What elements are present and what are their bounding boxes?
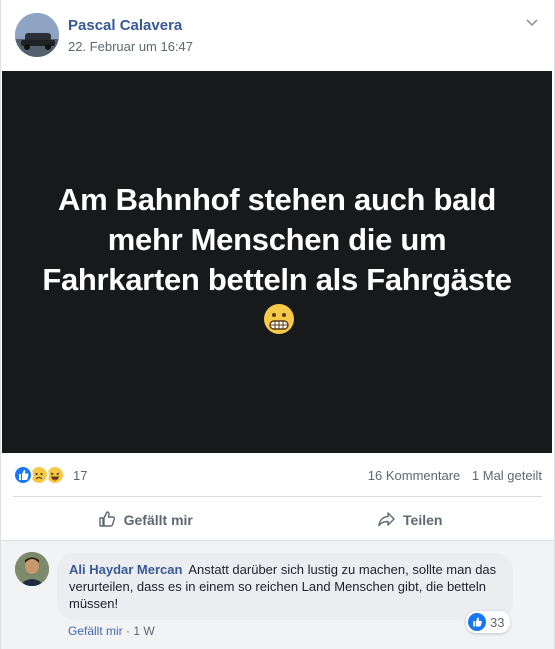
grimacing-face-icon bbox=[263, 303, 295, 345]
reaction-icons[interactable] bbox=[13, 465, 65, 485]
comment-author-name[interactable]: Ali Haydar Mercan bbox=[69, 562, 182, 577]
reaction-stats: 17 16 Kommentare 1 Mal geteilt bbox=[13, 462, 542, 490]
comments-section: Ali Haydar Mercan Anstatt darüber sich l… bbox=[1, 541, 554, 649]
share-arrow-icon bbox=[377, 509, 403, 532]
share-button-label: Teilen bbox=[403, 512, 443, 528]
post-image-caption: Am Bahnhof stehen auch bald mehr Mensche… bbox=[42, 181, 512, 297]
comment-bubble: Ali Haydar Mercan Anstatt darüber sich l… bbox=[57, 553, 513, 620]
share-count-link[interactable]: 1 Mal geteilt bbox=[472, 468, 542, 483]
post-card: Pascal Calavera 22. Februar um 16:47 Am … bbox=[0, 0, 555, 649]
like-reaction-icon bbox=[468, 613, 486, 631]
comment-like-link[interactable]: Gefällt mir bbox=[68, 624, 123, 638]
reaction-count[interactable]: 17 bbox=[73, 468, 87, 483]
engagement-counts: 16 Kommentare 1 Mal geteilt bbox=[360, 468, 542, 483]
comment-reactions[interactable]: 33 bbox=[466, 611, 511, 633]
comment-count-link[interactable]: 16 Kommentare bbox=[368, 468, 461, 483]
chevron-down-icon[interactable] bbox=[524, 14, 540, 30]
post-image[interactable]: Am Bahnhof stehen auch bald mehr Mensche… bbox=[2, 71, 552, 453]
author-avatar[interactable] bbox=[15, 13, 59, 57]
comment-reaction-count: 33 bbox=[490, 614, 505, 630]
post-timestamp[interactable]: 22. Februar um 16:47 bbox=[68, 39, 193, 54]
comment-meta: Gefällt mir · 1 W bbox=[68, 624, 155, 638]
comment-age[interactable]: 1 W bbox=[133, 624, 154, 638]
post-actions: Gefällt mir Teilen bbox=[13, 500, 542, 540]
divider bbox=[13, 496, 542, 497]
share-button[interactable]: Teilen bbox=[278, 500, 543, 540]
thumbs-up-icon bbox=[98, 509, 124, 532]
post-author-name[interactable]: Pascal Calavera bbox=[68, 17, 182, 34]
post-image-text: Am Bahnhof stehen auch bald mehr Mensche… bbox=[37, 180, 517, 345]
post-header: Pascal Calavera 22. Februar um 16:47 bbox=[1, 0, 554, 70]
commenter-avatar[interactable] bbox=[15, 552, 49, 586]
like-reaction-icon bbox=[13, 465, 33, 485]
avatar-photo bbox=[15, 13, 59, 57]
meta-separator: · bbox=[126, 624, 131, 638]
like-button-label: Gefällt mir bbox=[123, 512, 193, 528]
like-button[interactable]: Gefällt mir bbox=[13, 500, 278, 540]
commenter-photo bbox=[15, 552, 49, 586]
